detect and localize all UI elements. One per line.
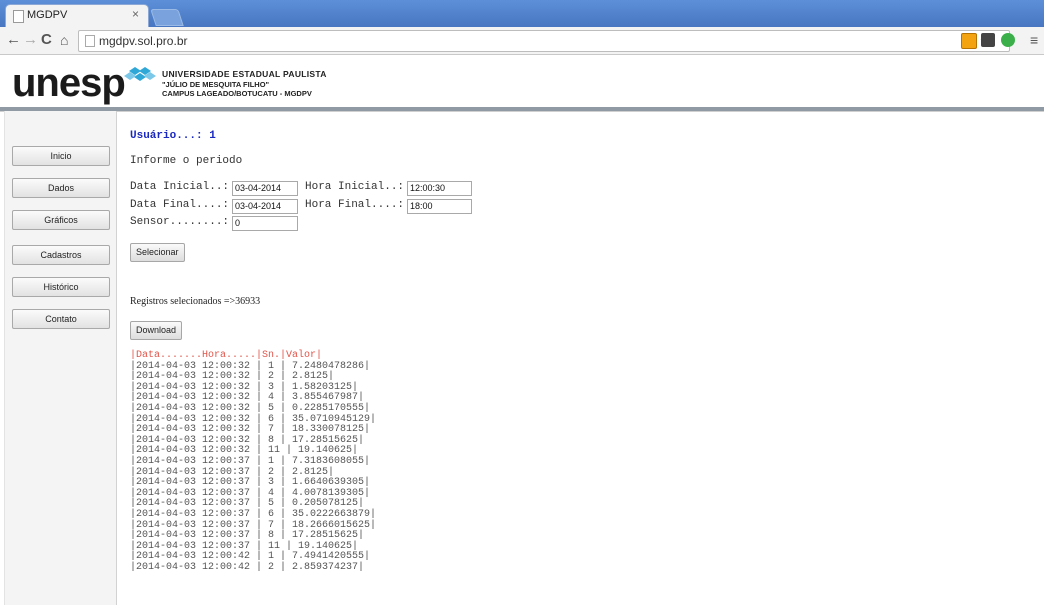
tab-title: MGDPV — [27, 9, 68, 21]
table-row: |2014-04-03 12:00:37 | 6 | 35.0222663879… — [130, 508, 377, 520]
logo-mark-icon — [124, 67, 156, 81]
data-inicial-input[interactable]: 03-04-2014 — [232, 181, 298, 196]
hora-inicial-label: Hora Inicial..: — [305, 181, 405, 193]
sidebar-item-graficos[interactable]: Gráficos — [12, 210, 110, 230]
hora-final-input[interactable]: 18:00 — [407, 199, 472, 214]
new-tab-button[interactable] — [150, 9, 184, 26]
hora-inicial-input[interactable]: 12:00:30 — [407, 181, 472, 196]
university-campus: CAMPUS LAGEADO/BOTUCATU - MGDPV — [162, 89, 312, 98]
university-name: UNIVERSIDADE ESTADUAL PAULISTA — [162, 69, 327, 79]
table-row: |2014-04-03 12:00:37 | 1 | 7.3183608055| — [130, 455, 371, 467]
results-rows: |2014-04-03 12:00:32 | 1 | 7.2480478286|… — [130, 361, 377, 574]
qr-code-icon[interactable] — [981, 33, 995, 47]
browser-tab[interactable]: MGDPV × — [6, 5, 148, 27]
menu-icon[interactable]: ≡ — [1030, 32, 1038, 48]
sidebar-item-dados[interactable]: Dados — [12, 178, 110, 198]
logo: unesp — [12, 61, 126, 105]
page-icon — [85, 35, 95, 47]
results-header: |Data.......Hora.....|Sn.|Valor| — [130, 350, 323, 361]
sensor-label: Sensor........: — [130, 216, 230, 228]
page-icon — [13, 10, 24, 23]
period-label: Informe o periodo — [130, 155, 243, 167]
extension-icon[interactable] — [961, 33, 977, 49]
results-table: |Data.......Hora.....|Sn.|Valor| |2014-0… — [130, 350, 377, 574]
table-row: |2014-04-03 12:00:32 | 5 | 0.2285170555| — [130, 402, 371, 414]
data-final-label: Data Final....: — [130, 199, 230, 211]
browser-tab-bar: MGDPV × — [0, 0, 1044, 27]
sensor-input[interactable]: 0 — [232, 216, 298, 231]
home-icon[interactable]: ⌂ — [60, 31, 68, 49]
main-content: Usuário...: 1 Informe o periodo Data Ini… — [130, 111, 1030, 605]
university-subtitle: "JÚLIO DE MESQUITA FILHO" — [162, 80, 270, 89]
data-inicial-label: Data Inicial..: — [130, 181, 230, 193]
site-header: unesp UNIVERSIDADE ESTADUAL PAULISTA "JÚ… — [0, 55, 1044, 107]
back-arrow-icon[interactable]: ← — [6, 31, 21, 49]
user-label: Usuário...: 1 — [130, 130, 216, 142]
registros-count: Registros selecionados =>36933 — [130, 296, 261, 307]
selecionar-button[interactable]: Selecionar — [130, 243, 185, 262]
sidebar-item-historico[interactable]: Histórico — [12, 277, 110, 297]
sidebar-item-inicio[interactable]: Inicio — [12, 146, 110, 166]
table-row: |2014-04-03 12:00:42 | 2 | 2.859374237| — [130, 561, 365, 573]
browser-toolbar: ← → C ⌂ mgdpv.sol.pro.br ☆ ≡ — [0, 27, 1044, 55]
forward-arrow-icon[interactable]: → — [23, 31, 38, 49]
sidebar-item-contato[interactable]: Contato — [12, 309, 110, 329]
address-bar[interactable]: mgdpv.sol.pro.br ☆ — [78, 30, 1010, 52]
reload-icon[interactable]: C — [41, 31, 52, 49]
extension-icon[interactable] — [1001, 33, 1015, 47]
data-final-input[interactable]: 03-04-2014 — [232, 199, 298, 214]
sidebar: Inicio Dados Gráficos Cadastros Históric… — [4, 111, 117, 605]
tab-close-icon[interactable]: × — [132, 7, 139, 21]
sidebar-item-cadastros[interactable]: Cadastros — [12, 245, 110, 265]
download-button[interactable]: Download — [130, 321, 183, 340]
url-text[interactable]: mgdpv.sol.pro.br — [99, 34, 187, 48]
hora-final-label: Hora Final....: — [305, 199, 405, 211]
